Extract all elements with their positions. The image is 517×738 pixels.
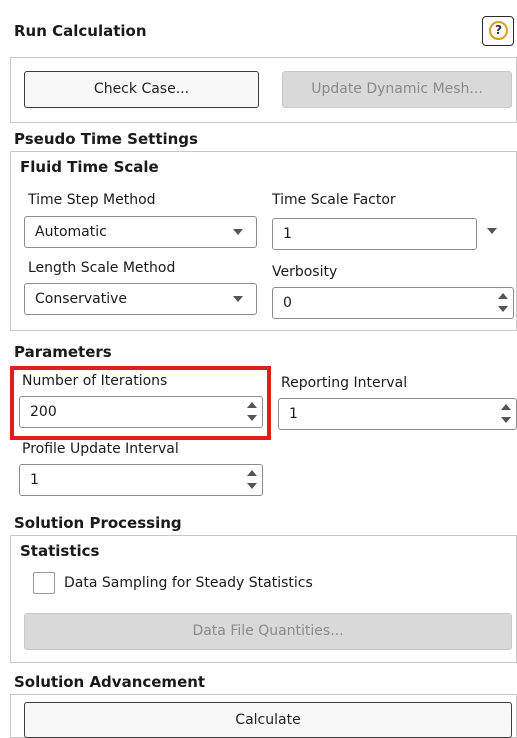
panel-title: Run Calculation [14,22,147,40]
data-file-quantities-button[interactable]: Data File Quantities... [24,613,512,650]
time-step-method-dropdown[interactable]: Automatic [24,216,257,248]
number-of-iterations-spinner[interactable]: 200 [19,396,263,428]
data-sampling-label: Data Sampling for Steady Statistics [64,575,313,591]
number-of-iterations-value: 200 [30,404,57,420]
data-sampling-checkbox[interactable] [33,572,55,594]
time-scale-factor-input[interactable]: 1 [272,218,477,250]
verbosity-value: 0 [283,295,292,311]
help-icon: ? [489,21,508,40]
solution-processing-heading: Solution Processing [14,514,182,532]
help-button[interactable]: ? [482,16,514,46]
profile-update-interval-value: 1 [30,472,39,488]
reporting-interval-label: Reporting Interval [281,375,408,391]
chevron-down-icon [233,296,243,302]
profile-update-interval-label: Profile Update Interval [22,441,179,457]
length-scale-method-value: Conservative [35,291,128,307]
time-scale-factor-label: Time Scale Factor [272,192,396,208]
length-scale-method-dropdown[interactable]: Conservative [24,283,257,315]
verbosity-spinner[interactable]: 0 [272,287,514,319]
spinner-arrows-icon[interactable] [498,293,508,315]
time-step-method-label: Time Step Method [28,192,156,208]
number-of-iterations-label: Number of Iterations [22,373,168,389]
fluid-time-scale-heading: Fluid Time Scale [20,158,159,176]
spinner-arrows-icon[interactable] [247,402,257,424]
verbosity-label: Verbosity [272,264,338,280]
reporting-interval-value: 1 [289,406,298,422]
spinner-arrows-icon[interactable] [501,404,511,426]
statistics-heading: Statistics [20,542,100,560]
reporting-interval-spinner[interactable]: 1 [278,398,517,430]
time-scale-factor-value: 1 [283,226,292,242]
spinner-arrows-icon[interactable] [247,470,257,492]
solution-advancement-heading: Solution Advancement [14,673,206,691]
update-dynamic-mesh-button[interactable]: Update Dynamic Mesh... [282,71,512,108]
profile-update-interval-spinner[interactable]: 1 [19,464,263,496]
calculate-button[interactable]: Calculate [24,702,512,738]
chevron-down-icon [233,229,243,235]
time-step-method-value: Automatic [35,224,107,240]
length-scale-method-label: Length Scale Method [28,260,176,276]
time-scale-factor-menu-icon[interactable] [487,228,497,234]
check-case-button[interactable]: Check Case... [24,71,259,108]
parameters-heading: Parameters [14,343,112,361]
pseudo-time-settings-heading: Pseudo Time Settings [14,130,198,148]
